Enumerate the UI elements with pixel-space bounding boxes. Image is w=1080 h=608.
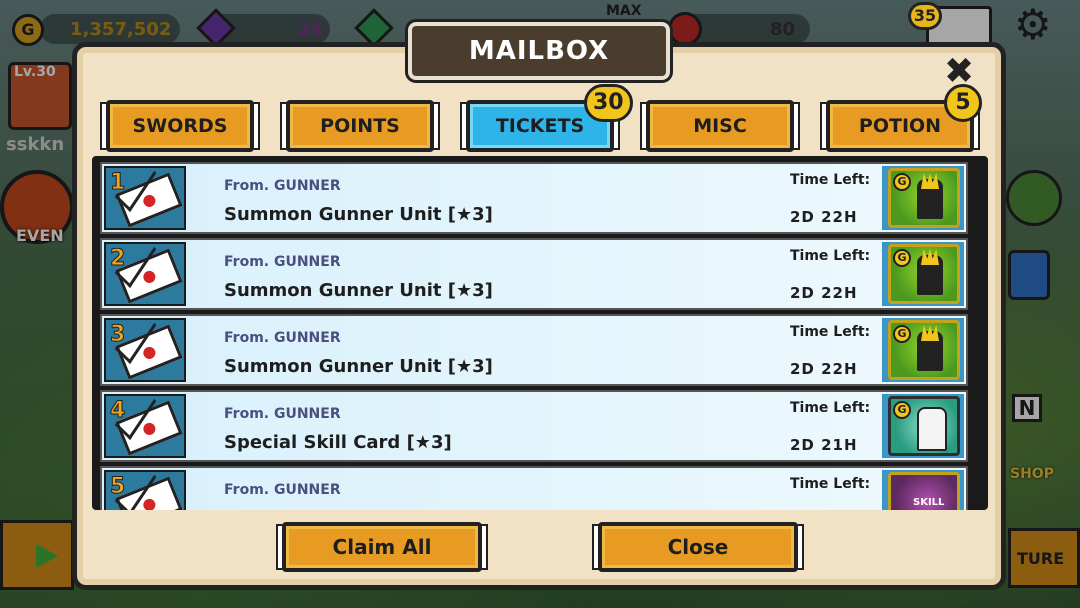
reward-thumbnail[interactable]: G xyxy=(882,318,964,382)
mail-index: 2 xyxy=(109,246,126,272)
grade-badge: G xyxy=(893,173,911,191)
time-left-value: 2D 22H xyxy=(790,208,858,226)
claim-all-button[interactable]: Claim All xyxy=(276,522,488,572)
list-item[interactable]: 4 From. GUNNER Special Skill Card [★3] T… xyxy=(100,390,968,462)
time-left-value: 2D 22H xyxy=(790,360,858,378)
mail-list[interactable]: 1 From. GUNNER Summon Gunner Unit [★3] T… xyxy=(92,156,988,510)
tickets-count-badge: 30 xyxy=(584,84,633,122)
mail-subject: Summon Gunner Unit [★3] xyxy=(224,280,493,301)
mail-subject: Summon Gunner Unit [★3] xyxy=(224,204,493,225)
time-left-label: Time Left: xyxy=(790,324,871,340)
mail-icon-box: 4 xyxy=(104,394,186,458)
mail-icon-box: 3 xyxy=(104,318,186,382)
mail-sender: From. GUNNER xyxy=(224,406,341,422)
reward-thumbnail[interactable]: G xyxy=(882,166,964,230)
list-item[interactable]: 2 From. GUNNER Summon Gunner Unit [★3] T… xyxy=(100,238,968,310)
envelope-icon xyxy=(115,248,183,304)
skill-card-icon: G xyxy=(888,396,960,456)
envelope-icon xyxy=(115,324,183,380)
close-button[interactable]: Close xyxy=(592,522,804,572)
mail-index: 1 xyxy=(109,170,126,196)
close-count-badge: 5 xyxy=(944,84,982,122)
mail-index: 3 xyxy=(109,322,126,348)
gunner-unit-icon: G xyxy=(888,244,960,304)
time-left-label: Time Left: xyxy=(790,172,871,188)
time-left-label: Time Left: xyxy=(790,476,871,492)
list-item[interactable]: 1 From. GUNNER Summon Gunner Unit [★3] T… xyxy=(100,162,968,234)
skill-potion-icon: SKILL xyxy=(888,472,960,510)
envelope-icon xyxy=(115,172,183,228)
grade-badge: G xyxy=(893,249,911,267)
mail-icon-box: 1 xyxy=(104,166,186,230)
mail-index: 4 xyxy=(109,398,126,424)
tab-misc[interactable]: MISC xyxy=(640,100,800,152)
envelope-icon xyxy=(115,476,183,510)
time-left-value: 2D 22H xyxy=(790,284,858,302)
mail-icon-box: 5 xyxy=(104,470,186,510)
envelope-icon xyxy=(115,400,183,456)
dialog-title: MAILBOX xyxy=(405,19,673,83)
mail-icon-box: 2 xyxy=(104,242,186,306)
skill-potion-label: SKILL xyxy=(913,497,945,508)
grade-badge: G xyxy=(893,325,911,343)
tab-points[interactable]: POINTS xyxy=(280,100,440,152)
time-left-value: 2D 21H xyxy=(790,436,858,454)
grade-badge: G xyxy=(893,401,911,419)
mail-sender: From. GUNNER xyxy=(224,254,341,270)
mail-sender: From. GUNNER xyxy=(224,482,341,498)
time-left-label: Time Left: xyxy=(790,248,871,264)
mail-count-badge: 35 xyxy=(908,2,942,30)
mail-sender: From. GUNNER xyxy=(224,330,341,346)
mail-index: 5 xyxy=(109,474,126,500)
mail-sender: From. GUNNER xyxy=(224,178,341,194)
time-left-label: Time Left: xyxy=(790,400,871,416)
reward-thumbnail[interactable]: G xyxy=(882,242,964,306)
gunner-unit-icon: G xyxy=(888,168,960,228)
list-item[interactable]: 5 From. GUNNER Time Left: SKILL xyxy=(100,466,968,510)
gunner-unit-icon: G xyxy=(888,320,960,380)
tab-swords[interactable]: SWORDS xyxy=(100,100,260,152)
reward-thumbnail[interactable]: SKILL xyxy=(882,470,964,510)
mail-subject: Summon Gunner Unit [★3] xyxy=(224,356,493,377)
list-item[interactable]: 3 From. GUNNER Summon Gunner Unit [★3] T… xyxy=(100,314,968,386)
mail-subject: Special Skill Card [★3] xyxy=(224,432,452,453)
reward-thumbnail[interactable]: G xyxy=(882,394,964,458)
